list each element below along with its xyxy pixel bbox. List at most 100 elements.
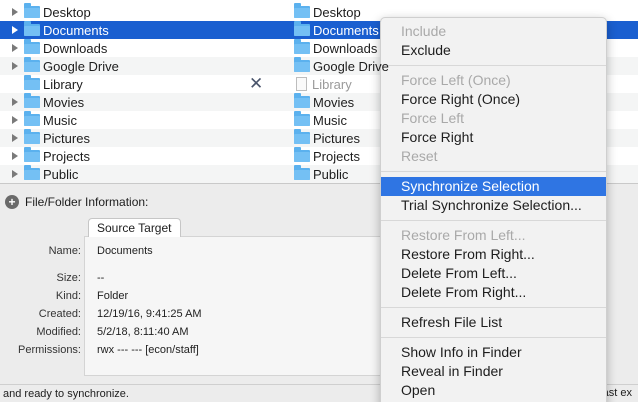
target-cell: Music <box>294 111 347 129</box>
folder-icon <box>24 21 40 36</box>
source-cell: Public <box>24 165 78 183</box>
folder-icon <box>24 111 40 126</box>
source-name: Documents <box>43 22 109 38</box>
disclosure-triangle-icon[interactable] <box>12 26 18 34</box>
source-cell: Google Drive <box>24 57 119 75</box>
menu-item-restore-from-right[interactable]: Restore From Right... <box>381 245 606 264</box>
menu-item-restore-from-left: Restore From Left... <box>401 227 526 243</box>
menu-item-force-left-once: Force Left (Once) <box>401 72 511 88</box>
disclosure-triangle-icon[interactable] <box>12 44 18 52</box>
info-header-label: File/Folder Information: <box>25 195 149 209</box>
menu-item-reveal-in-finder[interactable]: Reveal in Finder <box>381 362 606 381</box>
disclosure-triangle-icon[interactable] <box>12 8 18 16</box>
missing-file-icon <box>296 77 307 91</box>
source-cell: Documents <box>24 21 109 39</box>
source-name: Google Drive <box>43 58 119 74</box>
source-name: Movies <box>43 94 85 110</box>
info-label: Name: <box>48 245 81 257</box>
disclosure-triangle-icon[interactable] <box>12 134 18 142</box>
folder-icon <box>24 147 40 162</box>
disclosure-triangle-icon[interactable] <box>12 170 18 178</box>
menu-item-delete-from-right[interactable]: Delete From Right... <box>381 283 606 302</box>
target-name: Downloads <box>313 40 378 56</box>
menu-item-force-left: Force Left <box>401 110 465 126</box>
folder-icon <box>294 111 310 126</box>
menu-item-show-info-in-finder[interactable]: Show Info in Finder <box>381 343 606 362</box>
target-cell: Documents <box>294 21 379 39</box>
source-name: Projects <box>43 148 90 164</box>
target-name: Music <box>313 112 347 128</box>
target-cell: Projects <box>294 147 360 165</box>
target-cell: Desktop <box>294 3 361 21</box>
tab-source-target[interactable]: Source Target <box>88 218 181 237</box>
folder-icon <box>294 129 310 144</box>
menu-item-force-right-once[interactable]: Force Right (Once) <box>381 90 606 109</box>
folder-icon <box>24 57 40 72</box>
folder-icon <box>24 93 40 108</box>
target-cell: Library <box>294 75 352 93</box>
folder-icon <box>24 39 40 54</box>
info-label: Created: <box>38 308 81 320</box>
target-cell: Google Drive <box>294 57 389 75</box>
target-name: Desktop <box>313 4 361 20</box>
menu-item-force-right[interactable]: Force Right <box>381 128 606 147</box>
source-cell: Library <box>24 75 83 93</box>
target-name: Public <box>313 166 349 182</box>
info-label: Kind: <box>55 290 81 302</box>
menu-item-synchronize-selection[interactable]: Synchronize Selection <box>381 177 606 196</box>
target-cell: Pictures <box>294 129 360 147</box>
info-label: Size: <box>56 272 81 284</box>
folder-icon <box>294 93 310 108</box>
menu-separator <box>381 307 606 308</box>
folder-icon <box>294 147 310 162</box>
status-text: and ready to synchronize. <box>3 387 129 400</box>
source-cell: Movies <box>24 93 84 111</box>
target-cell: Downloads <box>294 39 377 57</box>
menu-item-trial-synchronize-selection[interactable]: Trial Synchronize Selection... <box>381 196 606 215</box>
menu-item-delete-from-left[interactable]: Delete From Left... <box>381 264 606 283</box>
info-value: 5/2/18, 8:11:40 AM <box>97 326 189 338</box>
menu-item-refresh-file-list[interactable]: Refresh File List <box>381 313 606 332</box>
disclosure-triangle-icon[interactable] <box>12 116 18 124</box>
target-name: Movies <box>313 94 355 110</box>
folder-icon <box>294 165 310 180</box>
x-mark-icon[interactable]: ✕ <box>249 75 263 92</box>
folder-icon <box>24 3 40 18</box>
menu-separator <box>381 337 606 338</box>
source-name: Music <box>43 112 77 128</box>
info-value: -- <box>97 272 105 284</box>
source-cell: Music <box>24 111 77 129</box>
target-name: Library <box>312 76 352 92</box>
info-value: rwx --- --- [econ/staff] <box>97 344 199 356</box>
source-cell: Desktop <box>24 3 91 21</box>
folder-icon <box>294 57 310 72</box>
disclosure-triangle-icon[interactable] <box>12 98 18 106</box>
target-cell: Public <box>294 165 348 183</box>
target-name: Documents <box>313 22 379 38</box>
info-value: Folder <box>97 290 129 302</box>
target-cell: Movies <box>294 93 354 111</box>
source-name: Library <box>43 76 83 92</box>
menu-separator <box>381 171 606 172</box>
folder-icon <box>24 75 40 90</box>
menu-item-open[interactable]: Open <box>381 381 606 400</box>
add-icon[interactable]: + <box>5 195 19 209</box>
folder-icon <box>24 165 40 180</box>
menu-item-include: Include <box>401 23 447 39</box>
target-name: Google Drive <box>313 58 389 74</box>
source-cell: Pictures <box>24 129 90 147</box>
info-header: + File/Folder Information: <box>5 195 148 209</box>
source-name: Desktop <box>43 4 91 20</box>
source-name: Pictures <box>43 130 90 146</box>
menu-item-exclude[interactable]: Exclude <box>381 41 606 60</box>
folder-icon <box>294 3 310 18</box>
menu-separator <box>381 65 606 66</box>
folder-icon <box>24 129 40 144</box>
menu-separator <box>381 220 606 221</box>
disclosure-triangle-icon[interactable] <box>12 152 18 160</box>
source-cell: Downloads <box>24 39 107 57</box>
target-name: Projects <box>313 148 360 164</box>
disclosure-triangle-icon[interactable] <box>12 62 18 70</box>
info-label: Permissions: <box>18 344 81 356</box>
folder-icon <box>294 39 310 54</box>
